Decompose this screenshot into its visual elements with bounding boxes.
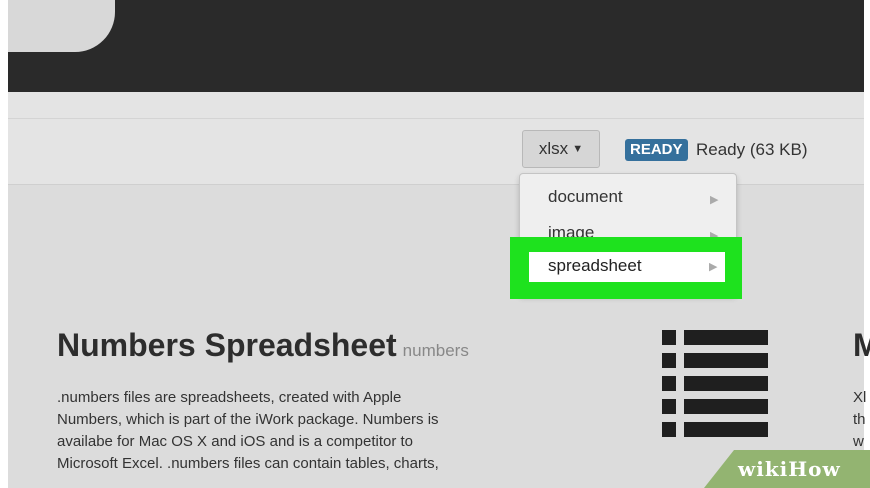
description-line: .numbers files are spreadsheets, created…: [57, 389, 402, 406]
list-bullet: [662, 422, 676, 437]
list-bullet: [662, 399, 676, 414]
list-bullet: [662, 330, 676, 345]
format-select-label: xlsx: [538, 139, 569, 158]
list-line: [684, 422, 768, 437]
top-header: [0, 0, 870, 92]
status-text: Ready (63 KB): [696, 140, 808, 159]
format-select-button[interactable]: xlsx ▼: [522, 130, 600, 168]
caret-down-icon: ▼: [572, 143, 584, 155]
list-bullet: [662, 353, 676, 368]
description-line: w: [853, 433, 864, 450]
description-line: th: [853, 411, 866, 428]
dropdown-item-label: document: [548, 187, 623, 206]
next-format-title: M: [853, 327, 870, 363]
status-badge: READY: [625, 139, 688, 161]
list-line: [684, 353, 768, 368]
format-title-text: Numbers Spreadsheet: [57, 327, 397, 363]
description-line: Microsoft Excel. .numbers files can cont…: [57, 455, 439, 472]
description-line: Xl: [853, 389, 867, 406]
format-title: Numbers Spreadsheet numbers: [57, 327, 469, 364]
list-icon: [662, 330, 772, 438]
list-line: [684, 376, 768, 391]
format-description: .numbers files are spreadsheets, created…: [57, 387, 557, 475]
watermark-text: wikiHow: [738, 457, 841, 481]
list-line: [684, 399, 768, 414]
chevron-right-icon: ▶: [710, 194, 719, 206]
format-extension: numbers: [402, 341, 469, 360]
toolbar-divider: [8, 118, 864, 119]
dropdown-item-label: spreadsheet: [548, 256, 642, 275]
next-format-description: Xl th w: [853, 387, 870, 453]
chevron-right-icon: ▶: [709, 261, 718, 273]
description-line: Numbers, which is part of the iWork pack…: [57, 411, 439, 428]
list-line: [684, 330, 768, 345]
left-border: [0, 0, 8, 488]
header-tab-shape: [0, 0, 115, 52]
description-line: availabe for Mac OS X and iOS and is a c…: [57, 433, 414, 450]
list-bullet: [662, 376, 676, 391]
